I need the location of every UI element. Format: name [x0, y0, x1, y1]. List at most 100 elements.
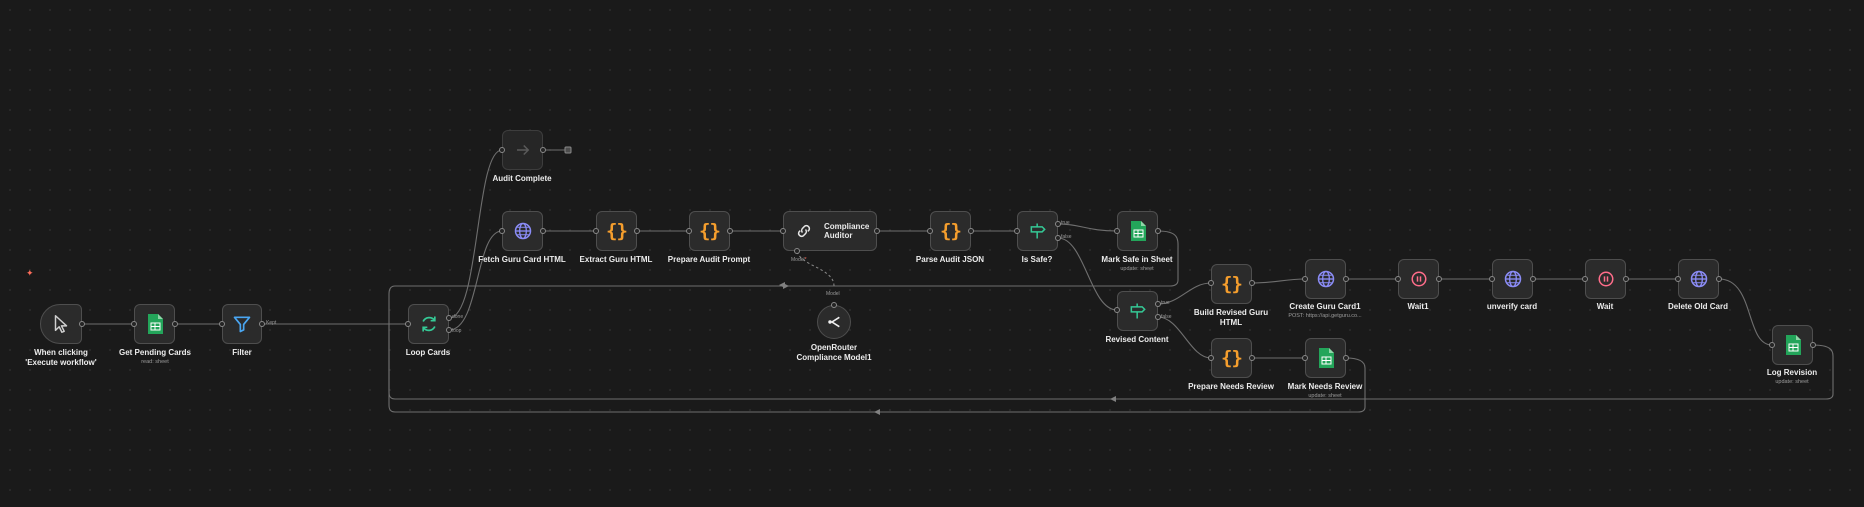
- label-manual-trigger: When clicking 'Execute workflow': [21, 348, 101, 367]
- node-filter[interactable]: [222, 304, 262, 344]
- input-port[interactable]: [794, 248, 800, 254]
- output-port[interactable]: [1055, 235, 1061, 241]
- node-subtitle: update: sheet: [1120, 265, 1154, 272]
- label-delete-old-card: Delete Old Card: [1668, 302, 1728, 312]
- output-port[interactable]: [1623, 276, 1629, 282]
- label-build-revised-guru-html: Build Revised Guru HTML: [1192, 308, 1270, 327]
- input-port[interactable]: [1114, 228, 1120, 234]
- output-port[interactable]: [1810, 342, 1816, 348]
- node-create-guru-card[interactable]: [1305, 259, 1346, 299]
- output-port[interactable]: [172, 321, 178, 327]
- branch-label-kept: Kept: [266, 320, 277, 326]
- node-fetch-guru-card-html[interactable]: [502, 211, 543, 251]
- output-port[interactable]: [540, 228, 546, 234]
- output-port[interactable]: [79, 321, 85, 327]
- node-loop-cards[interactable]: [408, 304, 449, 344]
- node-prepare-audit-prompt[interactable]: {}: [689, 211, 730, 251]
- node-get-pending-cards[interactable]: [134, 304, 175, 344]
- output-port[interactable]: [1155, 314, 1161, 320]
- workflow-canvas[interactable]: ✦ When clicking 'Execute workflow' Get P…: [0, 0, 1864, 507]
- google-sheets-icon: [1781, 333, 1805, 357]
- output-port[interactable]: [1155, 228, 1161, 234]
- output-port[interactable]: [831, 302, 837, 308]
- node-parse-audit-json[interactable]: {}: [930, 211, 971, 251]
- input-port[interactable]: [1014, 228, 1020, 234]
- node-prepare-needs-review[interactable]: {}: [1211, 338, 1252, 378]
- input-port[interactable]: [1489, 276, 1495, 282]
- node-title: Get Pending Cards: [118, 348, 192, 357]
- input-port[interactable]: [1395, 276, 1401, 282]
- node-wait1[interactable]: [1398, 259, 1439, 299]
- node-delete-old-card[interactable]: [1678, 259, 1719, 299]
- node-unverify-card[interactable]: [1492, 259, 1533, 299]
- input-port[interactable]: [1208, 280, 1214, 286]
- node-title: unverify card: [1486, 302, 1538, 311]
- node-revised-content[interactable]: [1117, 291, 1158, 331]
- input-port[interactable]: [1114, 307, 1120, 313]
- output-port[interactable]: [1249, 280, 1255, 286]
- input-port[interactable]: [131, 321, 137, 327]
- model-port-label: Model*: [791, 257, 807, 263]
- input-port[interactable]: [1302, 355, 1308, 361]
- openrouter-icon: [822, 310, 846, 334]
- output-port[interactable]: [1055, 221, 1061, 227]
- output-port[interactable]: [1716, 276, 1722, 282]
- node-title: Audit Complete: [492, 174, 552, 183]
- input-port[interactable]: [927, 228, 933, 234]
- label-get-pending-cards: Get Pending Cards read: sheet: [119, 348, 191, 365]
- google-sheets-icon: [143, 312, 167, 336]
- input-port[interactable]: [1769, 342, 1775, 348]
- node-title: Prepare Needs Review: [1188, 382, 1274, 391]
- input-port[interactable]: [219, 321, 225, 327]
- node-is-safe[interactable]: [1017, 211, 1058, 251]
- node-audit-complete[interactable]: [502, 130, 543, 170]
- label-unverify-card: unverify card: [1487, 302, 1537, 312]
- label-wait1: Wait1: [1407, 302, 1428, 312]
- output-port[interactable]: [634, 228, 640, 234]
- connections-layer: [80, 146, 1834, 415]
- node-manual-trigger[interactable]: [40, 304, 82, 344]
- node-compliance-auditor[interactable]: Compliance Auditor: [783, 211, 877, 251]
- node-mark-needs-review[interactable]: [1305, 338, 1346, 378]
- output-port[interactable]: [259, 321, 265, 327]
- input-port[interactable]: [1675, 276, 1681, 282]
- input-port[interactable]: [499, 147, 505, 153]
- output-port[interactable]: [1249, 355, 1255, 361]
- output-port[interactable]: [1343, 276, 1349, 282]
- output-port[interactable]: [1343, 355, 1349, 361]
- input-port[interactable]: [1302, 276, 1308, 282]
- output-port[interactable]: [1436, 276, 1442, 282]
- label-create-guru-card: Create Guru Card1 POST: https://api.getg…: [1288, 302, 1361, 319]
- input-port[interactable]: [686, 228, 692, 234]
- output-port[interactable]: [727, 228, 733, 234]
- node-mark-safe-in-sheet[interactable]: [1117, 211, 1158, 251]
- input-port[interactable]: [499, 228, 505, 234]
- node-log-revision[interactable]: [1772, 325, 1813, 365]
- output-port[interactable]: [1530, 276, 1536, 282]
- branch-label-loop: loop: [452, 328, 462, 334]
- chain-link-icon: [792, 219, 816, 243]
- input-port[interactable]: [1582, 276, 1588, 282]
- code-braces-icon: {}: [699, 220, 721, 242]
- input-port[interactable]: [593, 228, 599, 234]
- node-title: Wait1: [1407, 302, 1429, 311]
- code-braces-icon: {}: [940, 220, 962, 242]
- input-port[interactable]: [405, 321, 411, 327]
- output-port[interactable]: [874, 228, 880, 234]
- output-port[interactable]: [1155, 301, 1161, 307]
- node-openrouter-model[interactable]: [817, 305, 851, 339]
- input-port[interactable]: [780, 228, 786, 234]
- output-port[interactable]: [968, 228, 974, 234]
- node-title: Parse Audit JSON: [915, 255, 985, 264]
- label-extract-guru-html: Extract Guru HTML: [580, 255, 653, 265]
- node-extract-guru-html[interactable]: {}: [596, 211, 637, 251]
- node-build-revised-guru-html[interactable]: {}: [1211, 264, 1252, 304]
- output-port[interactable]: [446, 327, 452, 333]
- model-sub-label: Model: [826, 291, 840, 297]
- output-port[interactable]: [446, 315, 452, 321]
- node-wait[interactable]: [1585, 259, 1626, 299]
- output-port[interactable]: [540, 147, 546, 153]
- label-is-safe: Is Safe?: [1022, 255, 1053, 265]
- input-port[interactable]: [1208, 355, 1214, 361]
- globe-icon: [511, 219, 535, 243]
